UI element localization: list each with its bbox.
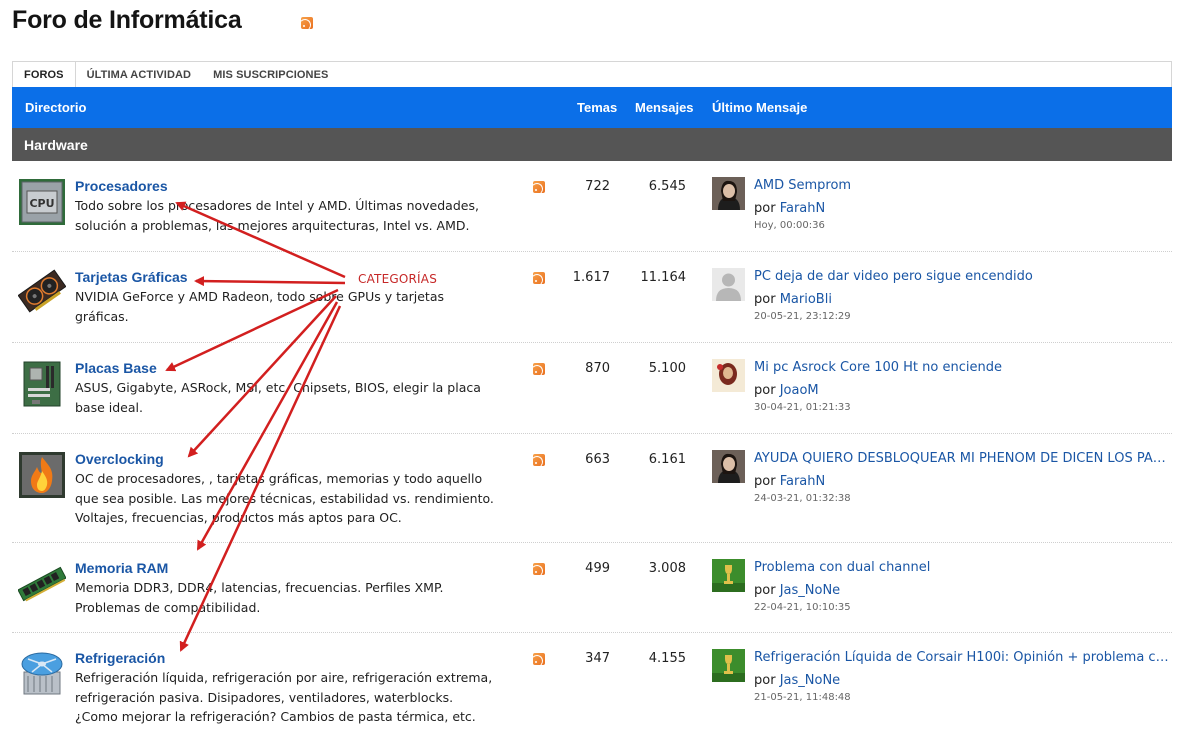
last-post-author: por FarahN — [754, 474, 825, 489]
category-header[interactable]: Hardware — [12, 128, 1172, 161]
forum-description: Refrigeración líquida, refrigeración por… — [75, 670, 493, 724]
user-link[interactable]: Jas_NoNe — [780, 673, 840, 688]
last-post-author: por JoaoM — [754, 383, 819, 398]
forum-title[interactable]: Tarjetas Gráficas — [75, 269, 188, 285]
forum-description: NVIDIA GeForce y AMD Radeon, todo sobre … — [75, 289, 445, 324]
user-link[interactable]: JoaoM — [780, 383, 819, 398]
rss-icon[interactable] — [301, 17, 313, 29]
topics-count: 722 — [585, 179, 610, 194]
user-link[interactable]: FarahN — [780, 474, 826, 489]
user-link[interactable]: Jas_NoNe — [780, 583, 840, 598]
user-link[interactable]: MarioBli — [780, 292, 832, 307]
topics-count: 663 — [585, 452, 610, 467]
last-post-date: 24-03-21, 01:32:38 — [754, 493, 851, 504]
last-post-date: 22-04-21, 10:10:35 — [754, 602, 851, 613]
by-label: por — [754, 583, 776, 598]
annotation-label: CATEGORÍAS — [358, 272, 438, 286]
rss-icon[interactable] — [533, 454, 545, 466]
last-post-link[interactable]: Mi pc Asrock Core 100 Ht no enciende — [754, 360, 1172, 375]
rss-icon[interactable] — [533, 563, 545, 575]
svg-text:CPU: CPU — [29, 197, 54, 210]
forum-description: Todo sobre los procesadores de Intel y A… — [75, 198, 479, 233]
topics-count: 1.617 — [572, 270, 610, 285]
rss-icon[interactable] — [533, 653, 545, 665]
by-label: por — [754, 383, 776, 398]
last-post-link[interactable]: Refrigeración Líquida de Corsair H100i: … — [754, 650, 1172, 665]
forum-title[interactable]: Placas Base — [75, 360, 157, 376]
forum-title[interactable]: Overclocking — [75, 451, 164, 467]
forum-row: Memoria RAM Memoria DDR3, DDR4, latencia… — [12, 543, 1172, 633]
last-post-author: por MarioBli — [754, 292, 832, 307]
cpu-icon: CPU — [18, 178, 66, 226]
forum-row: Overclocking OC de procesadores, , tarje… — [12, 434, 1172, 543]
forum-row: Placas Base ASUS, Gigabyte, ASRock, MSI,… — [12, 343, 1172, 434]
posts-count: 11.164 — [640, 270, 687, 285]
avatar[interactable] — [712, 268, 745, 301]
page-title: Foro de Informática — [12, 6, 242, 34]
avatar[interactable] — [712, 559, 745, 592]
directory-header: Directorio Temas Mensajes Último Mensaje — [12, 87, 1172, 128]
avatar[interactable] — [712, 649, 745, 682]
cooler-icon — [18, 650, 66, 698]
forum-row: Tarjetas Gráficas NVIDIA GeForce y AMD R… — [12, 252, 1172, 343]
flame-icon — [18, 451, 66, 499]
posts-count: 6.545 — [648, 179, 686, 194]
by-label: por — [754, 201, 776, 216]
column-topics[interactable]: Temas — [577, 100, 617, 115]
by-label: por — [754, 292, 776, 307]
avatar[interactable] — [712, 359, 745, 392]
last-post-link[interactable]: AYUDA QUIERO DESBLOQUEAR MI PHENOM DE DI… — [754, 451, 1172, 466]
last-post-date: 20-05-21, 23:12:29 — [754, 311, 851, 322]
topics-count: 347 — [585, 651, 610, 666]
posts-count: 5.100 — [648, 361, 686, 376]
column-last-post[interactable]: Último Mensaje — [712, 100, 807, 115]
column-posts[interactable]: Mensajes — [635, 100, 694, 115]
topics-count: 870 — [585, 361, 610, 376]
ram-icon — [17, 560, 67, 608]
posts-count: 4.155 — [648, 651, 686, 666]
user-link[interactable]: FarahN — [780, 201, 826, 216]
forum-description: Memoria DDR3, DDR4, latencias, frecuenci… — [75, 580, 444, 615]
last-post-author: por Jas_NoNe — [754, 583, 840, 598]
tab-mis-suscripciones[interactable]: MIS SUSCRIPCIONES — [202, 62, 339, 87]
avatar[interactable] — [712, 177, 745, 210]
motherboard-icon — [18, 360, 66, 408]
gpu-icon — [17, 267, 67, 315]
last-post-author: por Jas_NoNe — [754, 673, 840, 688]
rss-icon[interactable] — [533, 272, 545, 284]
column-directory: Directorio — [25, 100, 87, 115]
forum-row: Refrigeración Refrigeración líquida, ref… — [12, 633, 1172, 737]
last-post-link[interactable]: Problema con dual channel — [754, 560, 1172, 575]
last-post-date: 21-05-21, 11:48:48 — [754, 692, 851, 703]
posts-count: 6.161 — [648, 452, 686, 467]
tab-foros[interactable]: FOROS — [13, 62, 76, 87]
forum-row: CPU Procesadores Todo sobre los procesad… — [12, 161, 1172, 252]
last-post-date: Hoy, 00:00:36 — [754, 220, 825, 231]
forum-title[interactable]: Procesadores — [75, 178, 168, 194]
by-label: por — [754, 474, 776, 489]
category-name[interactable]: Hardware — [24, 137, 88, 153]
last-post-link[interactable]: AMD Semprom — [754, 178, 1172, 193]
topics-count: 499 — [585, 561, 610, 576]
avatar[interactable] — [712, 450, 745, 483]
forum-title[interactable]: Memoria RAM — [75, 560, 168, 576]
last-post-author: por FarahN — [754, 201, 825, 216]
by-label: por — [754, 673, 776, 688]
forum-title[interactable]: Refrigeración — [75, 650, 165, 666]
posts-count: 3.008 — [648, 561, 686, 576]
last-post-link[interactable]: PC deja de dar video pero sigue encendid… — [754, 269, 1172, 284]
forum-description: OC de procesadores, , tarjetas gráficas,… — [75, 471, 494, 525]
last-post-date: 30-04-21, 01:21:33 — [754, 402, 851, 413]
tab-bar: FOROS ÚLTIMA ACTIVIDAD MIS SUSCRIPCIONES — [12, 61, 1172, 87]
forum-description: ASUS, Gigabyte, ASRock, MSI, etc. Chipse… — [75, 380, 481, 415]
rss-icon[interactable] — [533, 181, 545, 193]
rss-icon[interactable] — [533, 363, 545, 375]
tab-ultima-actividad[interactable]: ÚLTIMA ACTIVIDAD — [76, 62, 202, 87]
